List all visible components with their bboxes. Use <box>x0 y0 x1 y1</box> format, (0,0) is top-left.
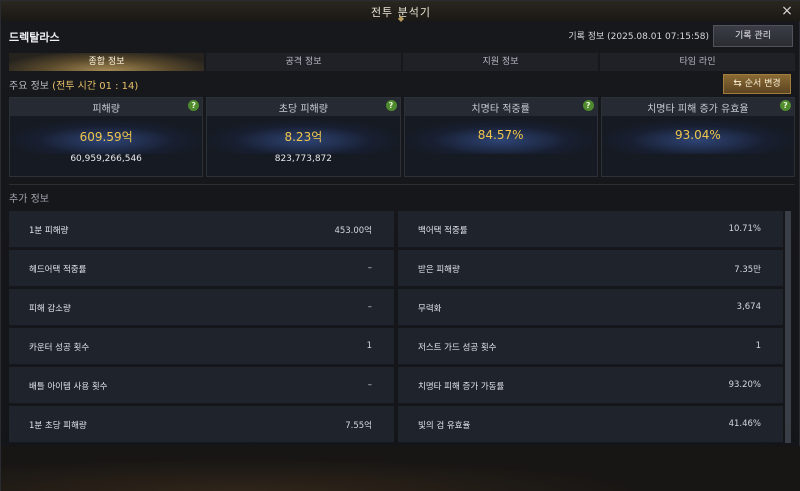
row-label: 빛의 검 유효율 <box>418 421 471 431</box>
order-change-button[interactable]: ⇆ 순서 변경 <box>723 74 791 94</box>
row-value: 41.46% <box>728 419 761 429</box>
row-label: 무력화 <box>418 304 442 314</box>
extra-info-table: 1분 피해량 453.00억 백어택 적중률 10.71% 헤드어택 적중률 –… <box>9 211 783 443</box>
row-value: – <box>367 302 372 312</box>
close-icon[interactable]: × <box>779 3 795 19</box>
help-icon[interactable]: ? <box>582 100 594 111</box>
table-row: 배틀 아이템 사용 횟수 – <box>9 367 394 404</box>
character-name: 드렉탈라스 <box>9 31 60 44</box>
table-row: 치명타 피해 증가 가동률 93.20% <box>398 367 783 404</box>
row-value: 1 <box>755 341 761 351</box>
tab-summary[interactable]: 종합 정보 <box>9 53 204 71</box>
card-title: 피해량 <box>92 104 120 115</box>
card-value: 93.04% <box>674 128 721 142</box>
bottom-background <box>1 446 800 491</box>
table-row: 1분 피해량 453.00억 <box>9 211 394 248</box>
tab-attack[interactable]: 공격 정보 <box>206 53 401 71</box>
table-row: 저스트 가드 성공 횟수 1 <box>398 328 783 365</box>
title-bar[interactable]: 전투 분석기 ◆ × <box>1 1 800 23</box>
tab-timeline[interactable]: 타임 라인 <box>600 53 795 71</box>
tab-bar: 종합 정보 공격 정보 지원 정보 타임 라인 <box>9 53 795 71</box>
row-label: 1분 초당 피해량 <box>29 421 87 431</box>
row-label: 치명타 피해 증가 가동률 <box>418 382 505 392</box>
stat-card-dps: 초당 피해량 ? 8.23억 823,773,872 <box>206 97 401 177</box>
row-value: 7.55억 <box>345 421 372 431</box>
row-value: 1 <box>366 341 372 351</box>
row-label: 배틀 아이템 사용 횟수 <box>29 382 108 392</box>
record-manage-button[interactable]: 기록 관리 <box>713 25 793 47</box>
table-row: 빛의 검 유효율 41.46% <box>398 406 783 443</box>
row-value: 453.00억 <box>334 226 372 236</box>
row-label: 저스트 가드 성공 횟수 <box>418 343 497 353</box>
row-label: 피해 감소량 <box>29 304 71 314</box>
table-row: 피해 감소량 – <box>9 289 394 326</box>
scrollbar[interactable] <box>785 211 791 443</box>
table-row: 받은 피해량 7.35만 <box>398 250 783 287</box>
card-value: 84.57% <box>477 128 524 142</box>
row-value: 93.20% <box>728 380 761 390</box>
row-label: 헤드어택 적중률 <box>29 265 87 275</box>
card-title: 치명타 피해 증가 유효율 <box>647 104 749 115</box>
battle-analyzer-window: 전투 분석기 ◆ × 드렉탈라스 기록 정보 (2025.08.01 07:15… <box>0 0 800 491</box>
tab-support[interactable]: 지원 정보 <box>403 53 598 71</box>
row-label: 카운터 성공 횟수 <box>29 343 90 353</box>
help-icon[interactable]: ? <box>385 100 397 111</box>
order-change-label: 순서 변경 <box>744 79 781 89</box>
swap-icon: ⇆ <box>733 78 742 89</box>
battle-time: (전투 시간 01 : 14) <box>52 81 139 92</box>
main-info-label: 주요 정보 <box>9 81 49 92</box>
row-value: 10.71% <box>728 224 761 234</box>
row-value: – <box>367 380 372 390</box>
row-value: 3,674 <box>736 302 761 312</box>
card-value: 609.59억 <box>79 130 133 144</box>
record-info: 기록 정보 (2025.08.01 07:15:58) <box>568 32 709 42</box>
main-info-heading: 주요 정보 (전투 시간 01 : 14) <box>9 77 138 92</box>
stat-card-damage: 피해량 ? 609.59억 60,959,266,546 <box>9 97 204 177</box>
table-row: 무력화 3,674 <box>398 289 783 326</box>
table-row: 카운터 성공 횟수 1 <box>9 328 394 365</box>
stat-cards: 피해량 ? 609.59억 60,959,266,546 초당 피해량 ? 8.… <box>9 97 795 177</box>
card-sub-value: 60,959,266,546 <box>70 154 142 164</box>
card-title: 초당 피해량 <box>278 104 328 115</box>
section-divider <box>9 184 795 185</box>
card-sub-value: 823,773,872 <box>274 154 332 164</box>
table-row: 백어택 적중률 10.71% <box>398 211 783 248</box>
row-label: 받은 피해량 <box>418 265 460 275</box>
card-value: 8.23억 <box>284 130 323 144</box>
row-label: 1분 피해량 <box>29 226 69 236</box>
scrollbar-thumb[interactable] <box>785 211 791 443</box>
row-value: – <box>367 263 372 273</box>
header: 드렉탈라스 기록 정보 (2025.08.01 07:15:58) 기록 관리 <box>1 21 800 51</box>
extra-info-heading: 추가 정보 <box>9 194 49 205</box>
card-title: 치명타 적중률 <box>471 104 530 115</box>
row-value: 7.35만 <box>734 265 761 275</box>
row-label: 백어택 적중률 <box>418 226 468 236</box>
stat-card-crit-damage-efficiency: 치명타 피해 증가 유효율 ? 93.04% <box>600 97 795 177</box>
stat-card-crit-rate: 치명타 적중률 ? 84.57% <box>403 97 598 177</box>
help-icon[interactable]: ? <box>780 100 791 111</box>
table-row: 1분 초당 피해량 7.55억 <box>9 406 394 443</box>
table-row: 헤드어택 적중률 – <box>9 250 394 287</box>
